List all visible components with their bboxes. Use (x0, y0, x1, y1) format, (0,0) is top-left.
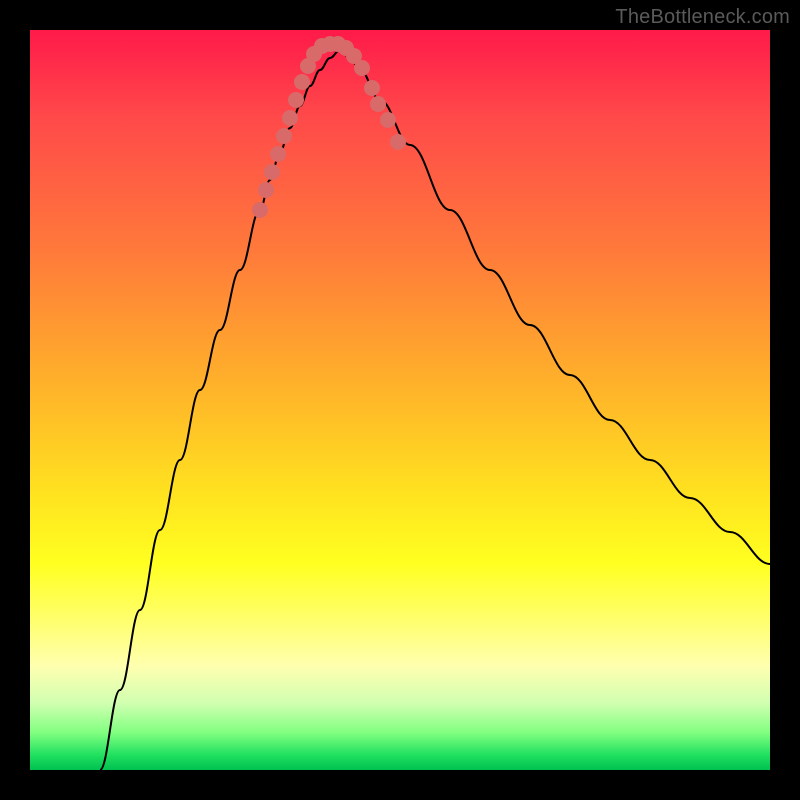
chart-svg (30, 30, 770, 770)
highlight-dot (354, 60, 370, 76)
highlight-dot (294, 74, 310, 90)
highlight-dot (364, 80, 380, 96)
highlight-dot (264, 164, 280, 180)
curve-path (100, 50, 770, 770)
highlight-dot (258, 182, 274, 198)
watermark-text: TheBottleneck.com (615, 6, 790, 29)
highlight-dot (380, 112, 396, 128)
highlight-dot (288, 92, 304, 108)
highlight-dot (270, 146, 286, 162)
highlight-dot (370, 96, 386, 112)
highlight-dot (276, 128, 292, 144)
chart-area (30, 30, 770, 770)
highlight-dot (390, 134, 406, 150)
highlight-dot (252, 202, 268, 218)
highlight-dot (282, 110, 298, 126)
